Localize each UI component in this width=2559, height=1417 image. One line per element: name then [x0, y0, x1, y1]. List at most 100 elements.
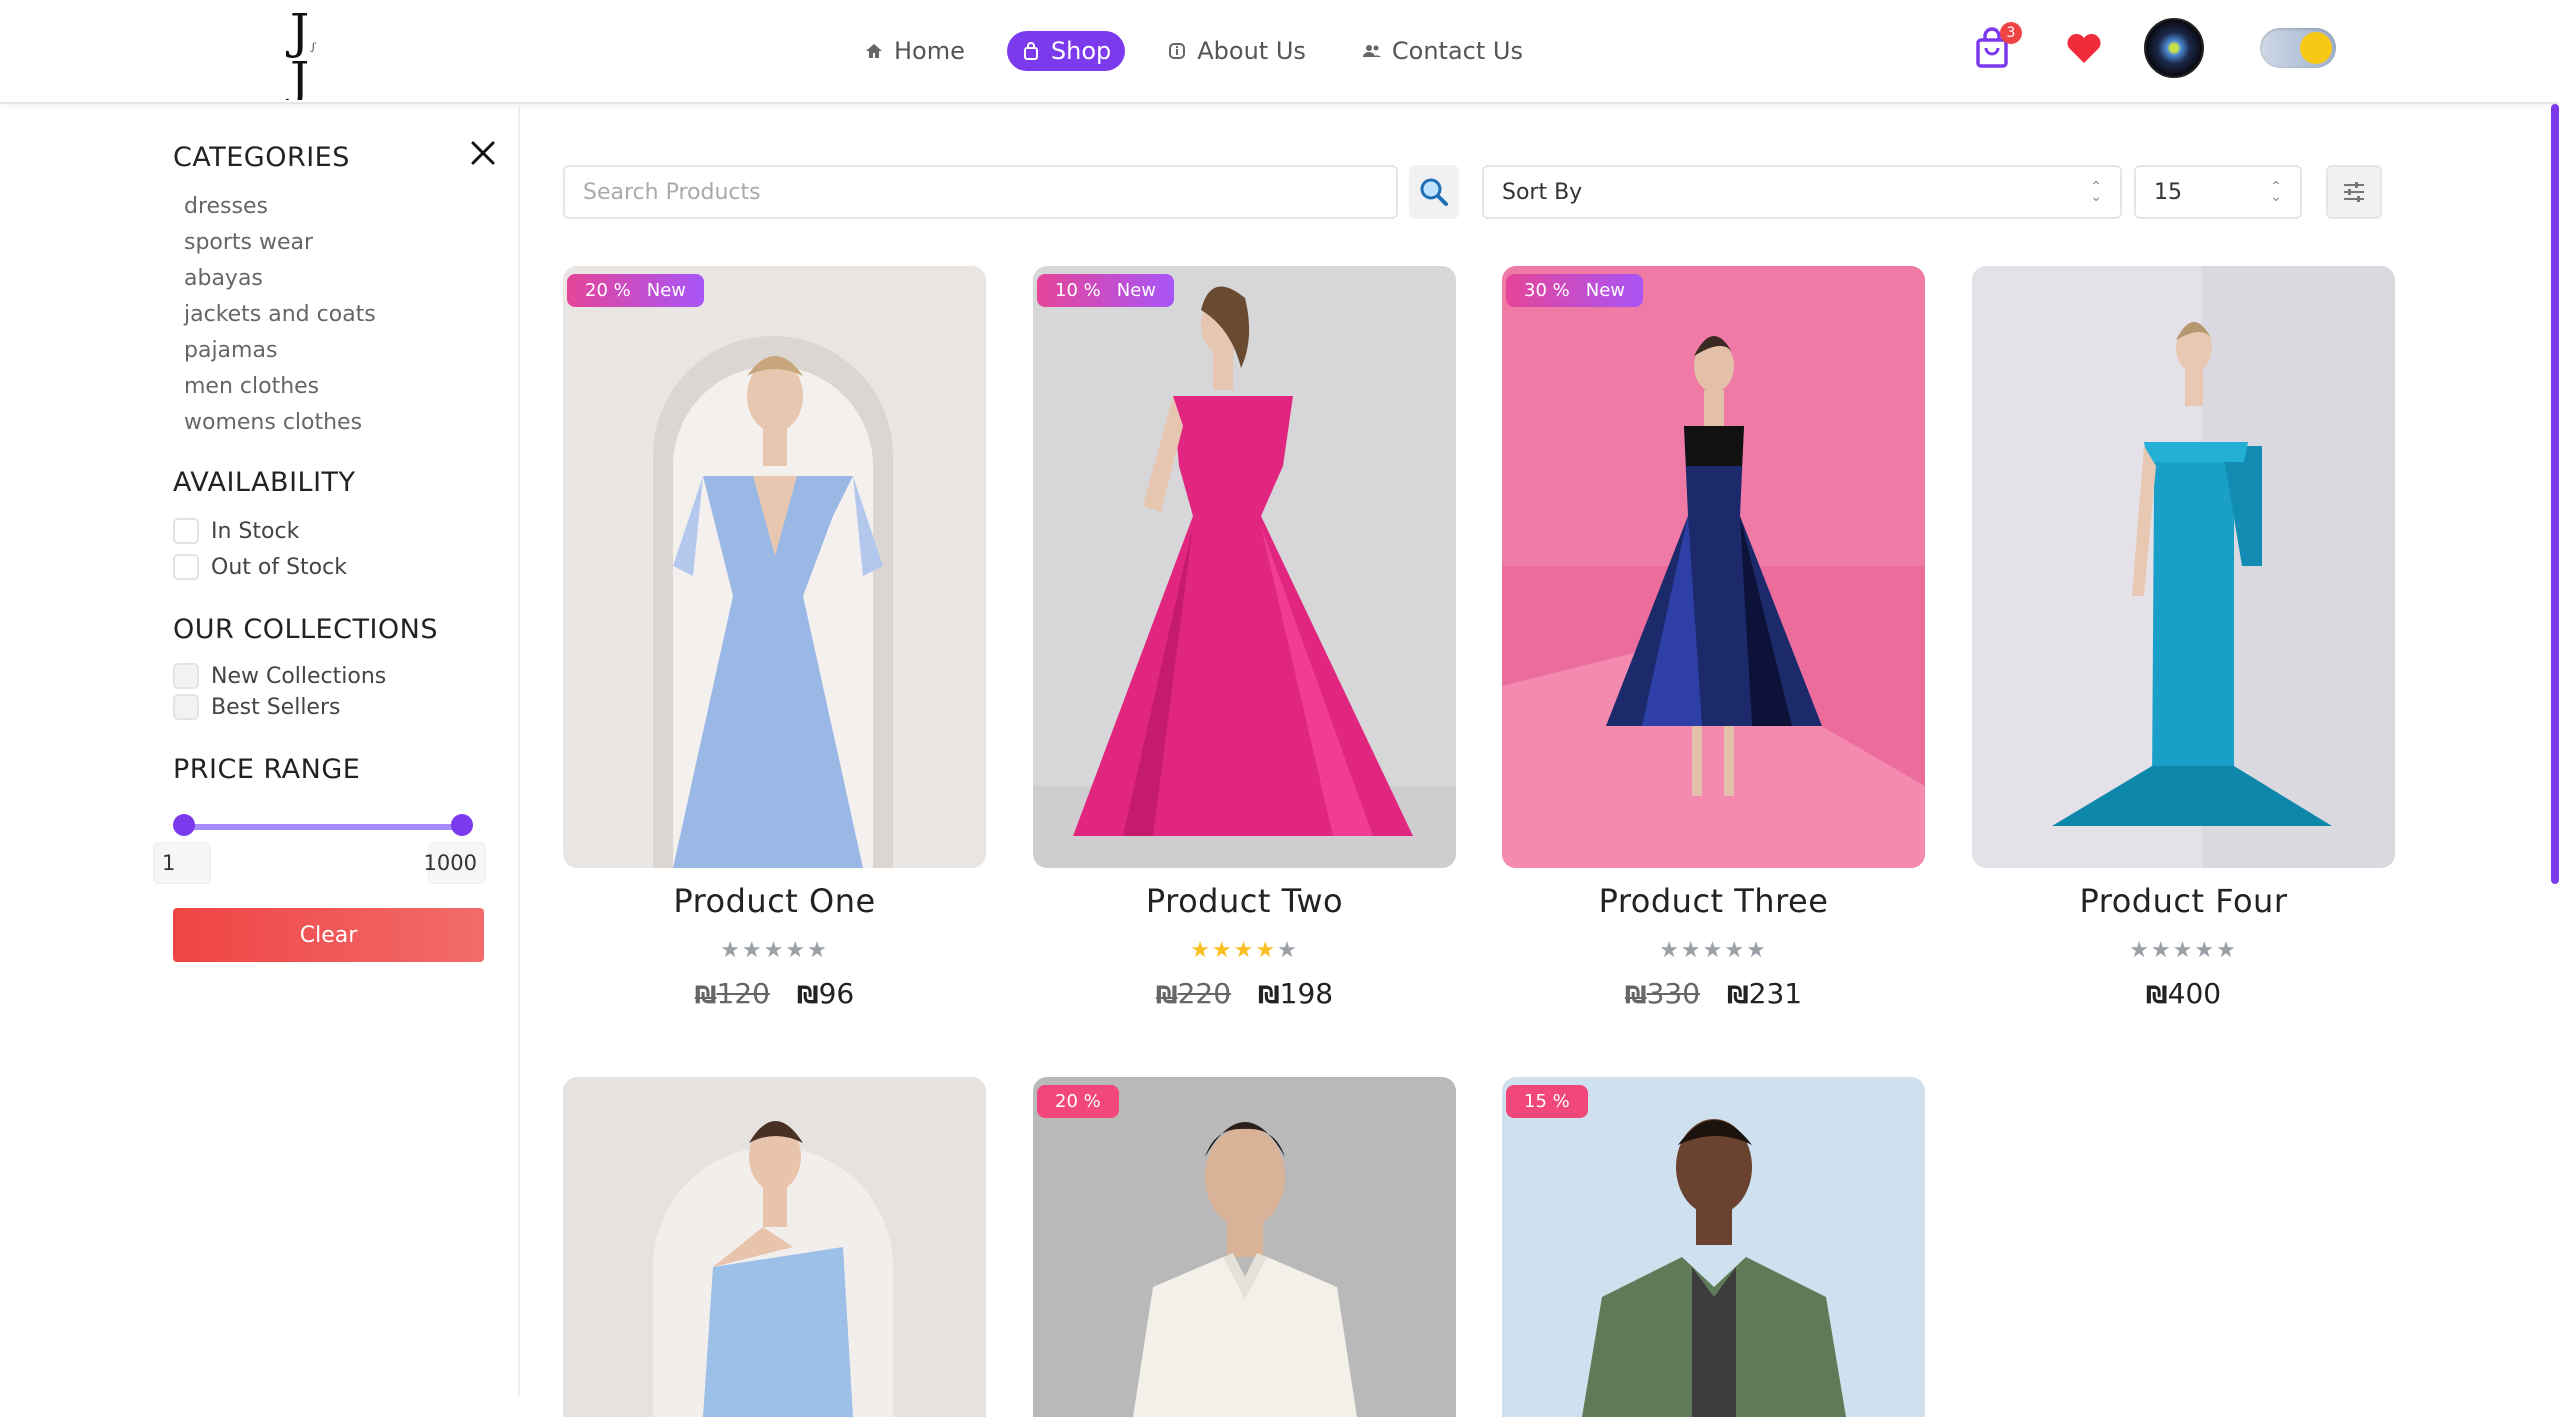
new-label: New [1116, 280, 1156, 301]
rating-stars: ★★★★★ [720, 938, 829, 963]
in-stock-label: In Stock [211, 518, 300, 544]
product-photo-dress-pink [1033, 266, 1456, 868]
new-collections-option[interactable]: New Collections [173, 663, 386, 689]
search-button[interactable] [1409, 165, 1459, 219]
currency-symbol: ₪ [694, 981, 717, 1009]
nav-contact-label: Contact Us [1391, 37, 1523, 65]
price-max-handle[interactable] [451, 814, 473, 836]
category-item[interactable]: sports wear [184, 225, 376, 261]
product-badges: 20 % New [567, 274, 704, 307]
user-avatar[interactable] [2144, 18, 2204, 78]
out-of-stock-option[interactable]: Out of Stock [173, 554, 347, 580]
users-icon [1362, 45, 1381, 57]
in-stock-checkbox[interactable] [173, 518, 199, 544]
select-arrows-icon: ⌃ ⌄ [2270, 179, 2282, 205]
category-list: dresses sports wear abayas jackets and c… [184, 189, 376, 441]
product-badges: 20 % [1037, 1085, 1119, 1118]
in-stock-option[interactable]: In Stock [173, 518, 299, 544]
clear-filters-button[interactable]: Clear [173, 908, 484, 962]
old-price-value: 220 [1177, 977, 1232, 1010]
product-badges: 15 % [1506, 1085, 1588, 1118]
price-value: 96 [818, 977, 855, 1010]
product-card[interactable] [563, 1077, 986, 1417]
product-image[interactable] [1972, 266, 2395, 868]
search-icon [1420, 178, 1448, 206]
discount-badge: 10 % New [1037, 274, 1174, 307]
product-image[interactable]: 10 % New [1033, 266, 1456, 868]
category-item[interactable]: men clothes [184, 369, 376, 405]
nav-shop[interactable]: Shop [1006, 31, 1126, 71]
theme-toggle[interactable] [2260, 28, 2336, 68]
price-row: ₪400 [1972, 977, 2395, 1010]
product-photo-dress-teal [1972, 266, 2395, 868]
category-item[interactable]: pajamas [184, 333, 376, 369]
product-image[interactable]: 30 % New [1502, 266, 1925, 868]
product-card[interactable]: Product Four ★★★★★ ₪400 [1972, 266, 2395, 1010]
product-title[interactable]: Product Four [1972, 882, 2395, 920]
discount-label: 15 % [1524, 1091, 1570, 1112]
new-collections-checkbox[interactable] [173, 663, 199, 689]
nav-about-label: About Us [1197, 37, 1306, 65]
product-title[interactable]: Product Three [1502, 882, 1925, 920]
currency-symbol: ₪ [1624, 981, 1647, 1009]
out-of-stock-label: Out of Stock [211, 554, 347, 580]
out-of-stock-checkbox[interactable] [173, 554, 199, 580]
new-collections-label: New Collections [211, 663, 387, 689]
sort-select[interactable]: Sort By ⌃ ⌄ [1482, 165, 2122, 219]
product-card[interactable]: 20 % [1033, 1077, 1456, 1417]
brand-logo[interactable]: J ʃ J [268, 4, 346, 100]
best-sellers-option[interactable]: Best Sellers [173, 694, 340, 720]
category-item[interactable]: womens clothes [184, 405, 376, 441]
product-image[interactable]: 20 % [1033, 1077, 1456, 1417]
select-arrows-icon: ⌃ ⌄ [2090, 179, 2102, 205]
currency-symbol: ₪ [1155, 981, 1178, 1009]
price-max-input[interactable]: 1000 [424, 842, 486, 884]
price-value: 231 [1748, 977, 1803, 1010]
wishlist-heart-icon[interactable] [2064, 28, 2104, 68]
info-icon [1169, 43, 1186, 59]
product-card[interactable]: 20 % New Product One ★★★★★ ₪120 ₪96 [563, 266, 986, 1010]
product-card[interactable]: 10 % New Product Two ★★★★★ ₪220 ₪198 [1033, 266, 1456, 1010]
page-scrollbar[interactable] [2551, 104, 2559, 884]
per-page-value: 15 [2154, 179, 2182, 205]
old-price-value: 120 [716, 977, 770, 1010]
nav-home[interactable]: Home [850, 31, 979, 71]
price-min-handle[interactable] [173, 814, 195, 836]
shopping-bag-icon [1023, 42, 1038, 60]
close-icon[interactable] [468, 138, 498, 168]
sliders-icon [2344, 182, 2364, 202]
category-item[interactable]: dresses [184, 189, 376, 225]
discount-label: 20 % [585, 280, 631, 301]
category-item[interactable]: jackets and coats [184, 297, 376, 333]
current-price: ₪231 [1727, 977, 1802, 1010]
cart-button[interactable]: 3 [1970, 22, 2022, 70]
price-range-heading: PRICE RANGE [173, 754, 361, 785]
category-item[interactable]: abayas [184, 261, 376, 297]
price-value: 400 [2167, 977, 2222, 1010]
product-title[interactable]: Product One [563, 882, 986, 920]
price-range-track[interactable] [184, 824, 462, 830]
product-card[interactable]: 15 % [1502, 1077, 1925, 1417]
nav-about[interactable]: About Us [1153, 31, 1320, 71]
svg-text:J: J [285, 52, 309, 100]
nav-contact[interactable]: Contact Us [1348, 31, 1537, 71]
rating-stars: ★★★★★ [1659, 938, 1768, 963]
price-row: ₪330 ₪231 [1502, 977, 1925, 1010]
product-photo-mens-jacket [1502, 1077, 1925, 1417]
discount-badge: 15 % [1506, 1085, 1588, 1118]
product-image[interactable]: 15 % [1502, 1077, 1925, 1417]
search-input[interactable] [563, 165, 1398, 219]
product-card[interactable]: 30 % New Product Three ★★★★★ ₪330 ₪231 [1502, 266, 1925, 1010]
product-title[interactable]: Product Two [1033, 882, 1456, 920]
product-photo-dress-blue [563, 266, 986, 868]
product-badges: 30 % New [1506, 274, 1643, 307]
top-header: J ʃ J Home Shop About Us Contact Us 3 [0, 0, 2559, 104]
price-min-input[interactable]: 1 [153, 842, 211, 884]
per-page-select[interactable]: 15 ⌃ ⌄ [2134, 165, 2302, 219]
nav-home-label: Home [894, 37, 965, 65]
product-image[interactable]: 20 % New [563, 266, 986, 868]
price-row: ₪220 ₪198 [1033, 977, 1456, 1010]
best-sellers-checkbox[interactable] [173, 694, 199, 720]
filter-toggle-button[interactable] [2326, 165, 2382, 219]
product-image[interactable] [563, 1077, 986, 1417]
